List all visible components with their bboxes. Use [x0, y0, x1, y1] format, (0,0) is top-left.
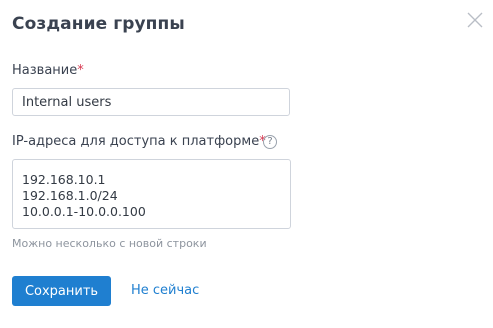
dialog-title: Создание группы	[12, 14, 185, 34]
name-required-mark: *	[77, 63, 84, 78]
group-name-input[interactable]	[12, 88, 290, 116]
ip-addresses-textarea[interactable]: 192.168.10.1 192.168.1.0/24 10.0.0.1-10.…	[12, 159, 291, 229]
save-button[interactable]: Сохранить	[12, 276, 111, 306]
not-now-button[interactable]: Не сейчас	[131, 283, 199, 298]
name-field-label: Название*	[12, 63, 84, 78]
create-group-dialog: Создание группы Название* IP-адреса для …	[0, 0, 493, 328]
close-icon[interactable]	[466, 11, 484, 29]
ip-hint-text: Можно несколько с новой строки	[12, 237, 207, 250]
ip-label-text: IP-адреса для доступа к платформе	[12, 134, 260, 149]
name-label-text: Название	[12, 63, 78, 78]
ip-field-label: IP-адреса для доступа к платформе*	[12, 134, 266, 149]
question-mark-icon[interactable]: ?	[263, 135, 277, 149]
